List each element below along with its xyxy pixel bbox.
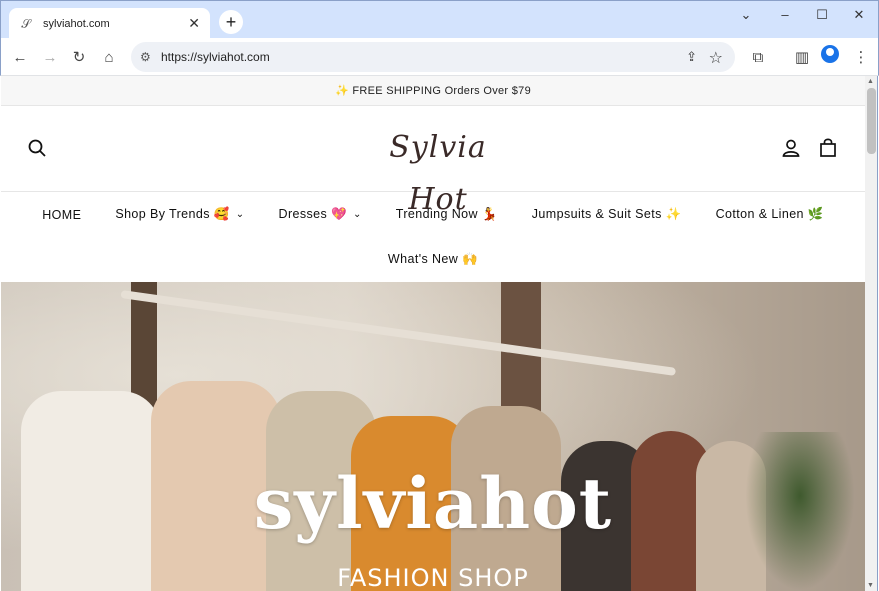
nav-label: Shop By Trends 🥰 bbox=[115, 207, 230, 221]
announcement-bar: ✨ FREE SHIPPING Orders Over $79 bbox=[1, 76, 865, 106]
extensions-icon[interactable]: ⧉ bbox=[747, 46, 769, 68]
nav-label: What's New 🙌 bbox=[387, 252, 479, 266]
star-icon[interactable]: ☆ bbox=[709, 48, 723, 68]
scroll-down-icon[interactable]: ▼ bbox=[867, 582, 874, 589]
nav-item-whats-new[interactable]: What's New 🙌 bbox=[388, 252, 478, 267]
nav-label: Trending Now 💃 bbox=[395, 207, 498, 221]
share-icon[interactable]: ⇪ bbox=[686, 49, 697, 65]
nav-item-trending-now[interactable]: Trending Now 💃 bbox=[396, 207, 498, 222]
forward-icon[interactable]: → bbox=[39, 46, 61, 68]
profile-icon[interactable] bbox=[821, 45, 839, 63]
menu-icon[interactable]: ⋮ bbox=[850, 46, 872, 68]
account-icon[interactable] bbox=[782, 139, 800, 162]
chevron-down-icon: ⌄ bbox=[235, 209, 245, 220]
scroll-up-icon[interactable]: ▲ bbox=[867, 78, 874, 85]
close-icon[interactable]: ✕ bbox=[188, 15, 200, 32]
hero-brand-text: sylviahot bbox=[253, 462, 613, 545]
browser-toolbar: ← → ↻ ⌂ ⚙ https://sylviahot.com ⇪ ☆ ⧉ ▥ … bbox=[0, 38, 879, 76]
main-navigation: HOME Shop By Trends 🥰 ⌄ Dresses 💖 ⌄ Trendi… bbox=[1, 192, 865, 282]
back-icon[interactable]: ← bbox=[9, 46, 31, 68]
minimize-icon[interactable]: – bbox=[775, 7, 795, 22]
chevron-down-icon: ⌄ bbox=[353, 209, 362, 220]
nav-label: Cotton & Linen 🌿 bbox=[715, 207, 824, 221]
nav-label: Jumpsuits & Suit Sets ✨ bbox=[531, 207, 682, 221]
nav-label: HOME bbox=[42, 207, 82, 222]
search-icon[interactable] bbox=[28, 139, 46, 162]
browser-tab[interactable]: 𝒮 sylviahot.com ✕ bbox=[9, 8, 210, 39]
nav-item-home[interactable]: HOME bbox=[42, 207, 81, 222]
new-tab-icon[interactable]: + bbox=[219, 10, 243, 34]
site-logo[interactable]: Sylvia Hot bbox=[363, 122, 513, 217]
site-info-icon[interactable]: ⚙ bbox=[140, 50, 151, 64]
browser-tab-bar: 𝒮 sylviahot.com ✕ + ⌄ – ☐ ✕ bbox=[0, 0, 879, 39]
nav-label: Dresses 💖 bbox=[278, 207, 347, 221]
nav-item-cotton-linen[interactable]: Cotton & Linen 🌿 bbox=[716, 207, 824, 222]
hero-banner[interactable]: sylviahot FASHION SHOP bbox=[1, 282, 865, 591]
nav-item-jumpsuits[interactable]: Jumpsuits & Suit Sets ✨ bbox=[532, 207, 682, 222]
url-text: https://sylviahot.com bbox=[161, 50, 270, 64]
site-header: Sylvia Hot bbox=[1, 106, 865, 217]
hero-subtitle: FASHION SHOP bbox=[337, 564, 529, 591]
close-window-icon[interactable]: ✕ bbox=[849, 7, 869, 23]
chevron-down-icon[interactable]: ⌄ bbox=[736, 7, 756, 23]
reload-icon[interactable]: ↻ bbox=[68, 46, 90, 68]
maximize-icon[interactable]: ☐ bbox=[812, 7, 832, 23]
address-bar[interactable]: ⚙ https://sylviahot.com ⇪ ☆ bbox=[131, 42, 735, 72]
nav-item-dresses[interactable]: Dresses 💖 ⌄ bbox=[279, 207, 362, 222]
nav-item-shop-by-trends[interactable]: Shop By Trends 🥰 ⌄ bbox=[115, 207, 244, 222]
cart-icon[interactable] bbox=[819, 138, 837, 162]
web-page: ✨ FREE SHIPPING Orders Over $79 Sylvia H… bbox=[1, 76, 865, 591]
favicon-icon: 𝒮 bbox=[21, 16, 31, 31]
page-scrollbar[interactable]: ▲ ▼ bbox=[865, 76, 878, 591]
tab-title: sylviahot.com bbox=[43, 17, 110, 30]
side-panel-icon[interactable]: ▥ bbox=[791, 46, 813, 68]
home-icon[interactable]: ⌂ bbox=[98, 46, 120, 68]
scrollbar-thumb[interactable] bbox=[867, 88, 876, 154]
